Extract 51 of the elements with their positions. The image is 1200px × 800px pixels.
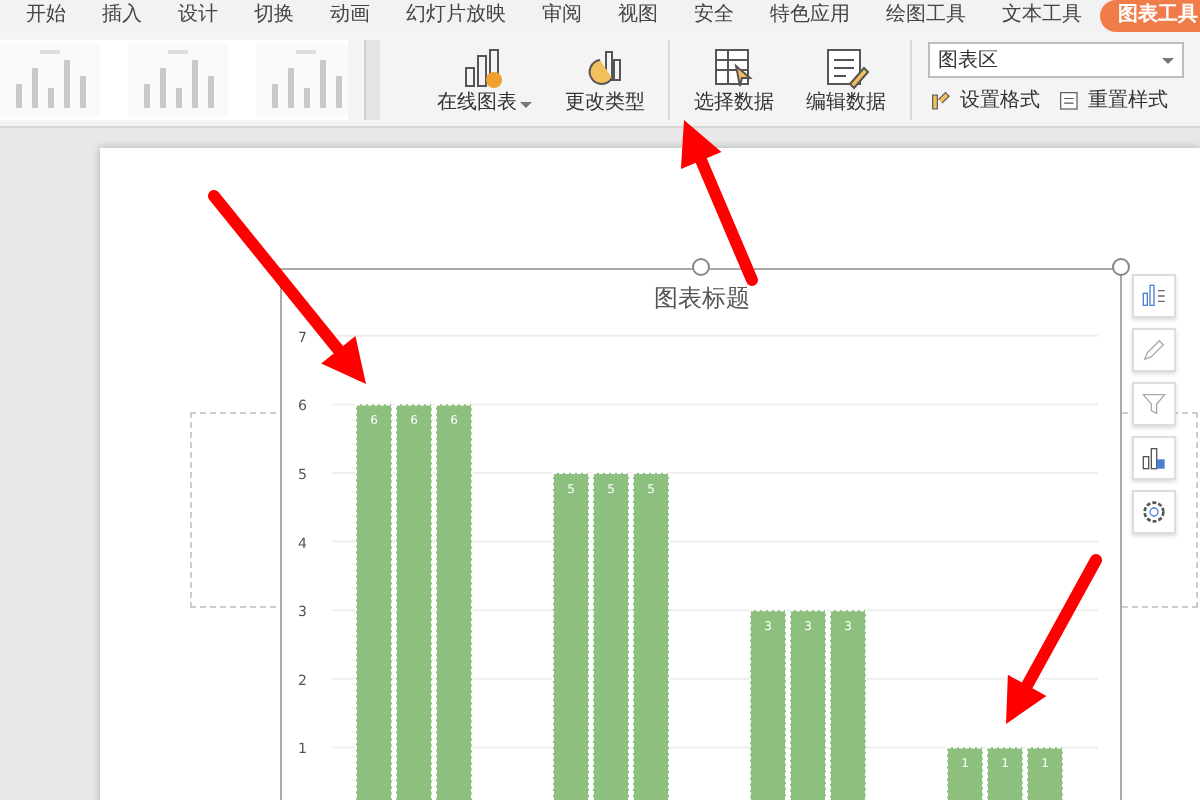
chart-side-button[interactable] [1132, 436, 1176, 480]
filter-icon [1138, 388, 1170, 420]
resize-handle[interactable] [692, 258, 710, 276]
chart-bar[interactable] [946, 746, 984, 800]
ribbon-button[interactable]: 编辑数据 [798, 43, 895, 115]
brush-icon [928, 87, 956, 115]
chart-bar[interactable] [829, 609, 867, 800]
chart-bar[interactable] [395, 403, 433, 800]
menu-tab[interactable]: 开始 [8, 0, 84, 32]
ribbon-button[interactable]: 在线图表 [428, 43, 541, 115]
gallery-scrollbar[interactable] [363, 39, 381, 119]
ribbon-button[interactable]: 更改类型 [556, 43, 653, 115]
caret-icon [520, 101, 533, 107]
menu-tab[interactable]: 特色应用 [752, 0, 868, 32]
element-dropdown[interactable]: 图表区 [928, 42, 1184, 78]
settings-icon [1138, 496, 1170, 528]
pencil-icon [1138, 334, 1170, 366]
chart-bar[interactable] [552, 472, 590, 800]
menu-tab[interactable]: 审阅 [524, 0, 600, 32]
menu-tab[interactable]: 幻灯片放映 [388, 0, 524, 32]
menu-tab[interactable]: 动画 [312, 0, 388, 32]
format-button[interactable]: 重置样式 [1056, 86, 1168, 116]
menu-tab[interactable]: 文本工具 [984, 0, 1100, 32]
chart-bar[interactable] [632, 472, 670, 800]
bar-chart-icon [1138, 280, 1170, 312]
chart-style-icon [1138, 442, 1170, 474]
ribbon-button[interactable]: 选择数据 [686, 43, 783, 115]
chart-bar[interactable] [355, 403, 393, 800]
chart-bar[interactable] [435, 403, 473, 800]
chart-side-button[interactable] [1132, 490, 1176, 534]
chart-bar[interactable] [749, 609, 787, 800]
chart-side-button[interactable] [1132, 274, 1176, 318]
format-button[interactable]: 设置格式 [928, 86, 1040, 116]
chart-style-thumbnail[interactable] [0, 43, 100, 115]
menu-tab[interactable]: 切换 [236, 0, 312, 32]
chart-bar[interactable] [1026, 746, 1064, 800]
menu-tab[interactable]: 绘图工具 [868, 0, 984, 32]
chart-title[interactable]: 图表标题 [654, 284, 750, 312]
resize-handle[interactable] [1112, 258, 1130, 276]
chart-style-thumbnail[interactable] [128, 43, 228, 115]
menu-tab[interactable]: 设计 [160, 0, 236, 32]
table-pencil-icon [822, 43, 871, 91]
chart-bar[interactable] [592, 472, 630, 800]
menu-tab[interactable]: 视图 [600, 0, 676, 32]
chart-bar[interactable] [789, 609, 827, 800]
menu-tab[interactable]: 安全 [676, 0, 752, 32]
chart-style-thumbnail[interactable] [256, 43, 348, 115]
chart-bar[interactable] [986, 746, 1024, 800]
document-icon [1056, 87, 1084, 115]
menu-tab[interactable]: 插入 [84, 0, 160, 32]
caret-icon [1162, 57, 1174, 63]
